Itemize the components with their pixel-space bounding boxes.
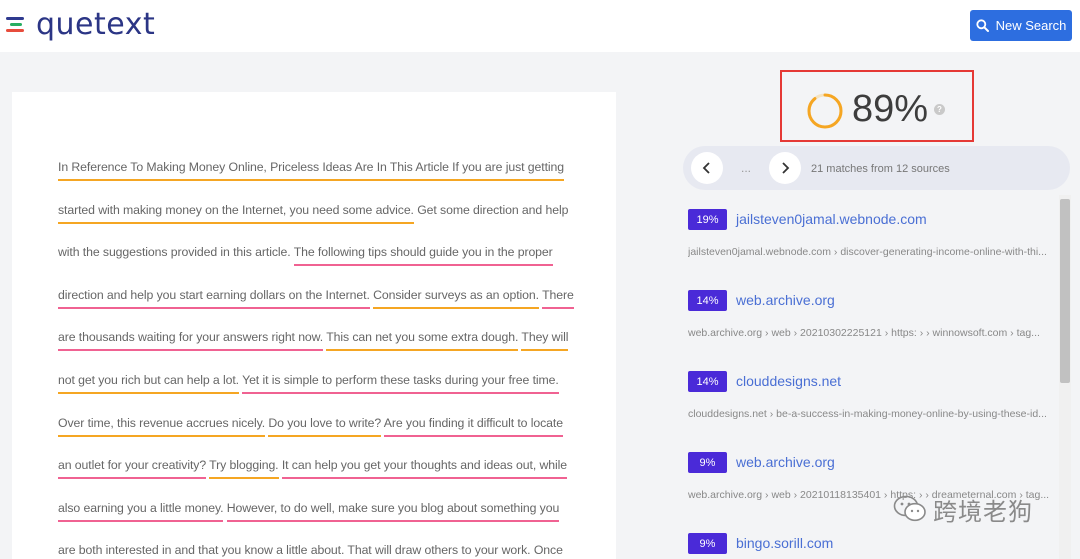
result-domain-link[interactable]: jailsteven0jamal.webnode.com [736,211,927,227]
result-domain-link[interactable]: web.archive.org [736,292,835,308]
previous-match-button[interactable] [691,152,723,184]
score-ring-icon [807,93,843,129]
search-icon [975,19,989,32]
match-pager: ... 21 matches from 12 sources [683,146,1070,190]
match-percent-badge: 14% [688,371,727,392]
top-bar: quetext New Search [0,0,1080,52]
next-match-button[interactable] [769,152,801,184]
wechat-icon [893,495,926,522]
matched-text-segment[interactable]: Do you love to write? [268,415,381,437]
match-summary: 21 matches from 12 sources [811,163,950,175]
matched-text-segment[interactable]: Over time, this revenue accrues nicely. [58,415,265,437]
match-percent-badge: 19% [688,209,727,230]
document-text[interactable]: In Reference To Making Money Online, Pri… [58,146,578,559]
plagiarism-score: 89% [852,88,929,130]
match-percent-badge: 14% [688,290,727,311]
result-path: clouddesigns.net › be-a-success-in-makin… [688,408,1047,420]
result-domain-link[interactable]: clouddesigns.net [736,373,841,389]
watermark: 跨境老狗 [893,492,1033,526]
matched-text-segment[interactable]: This can net you some extra dough. [326,330,518,352]
match-percent-badge: 9% [688,533,727,554]
new-search-button[interactable]: New Search [970,10,1072,41]
result-domain-link[interactable]: web.archive.org [736,454,835,470]
matched-text-segment[interactable]: Yet it is simple to perform these tasks … [242,372,559,394]
logo-text: quetext [36,6,156,42]
matched-text-segment[interactable]: Consider surveys as an option. [373,287,539,309]
pager-ellipsis: ... [741,161,752,175]
matched-text-segment[interactable]: That will draw others to your work. [347,543,531,559]
results-scroll-thumb[interactable] [1060,199,1070,383]
logo-mark-icon [6,13,30,35]
result-domain-link[interactable]: bingo.sorill.com [736,535,833,551]
watermark-text: 跨境老狗 [933,497,1033,526]
quetext-logo[interactable]: quetext [6,6,155,42]
match-percent-badge: 9% [688,452,727,473]
result-path: jailsteven0jamal.webnode.com › discover-… [688,246,1047,258]
chevron-left-icon [702,162,710,174]
text-segment: Once [530,543,563,558]
result-path: web.archive.org › web › 20210302225121 ›… [688,327,1040,339]
new-search-label: New Search [995,18,1067,33]
chevron-right-icon [782,162,790,174]
document-panel: In Reference To Making Money Online, Pri… [12,92,616,559]
help-icon[interactable]: ? [934,104,945,115]
matched-text-segment[interactable]: Try blogging. [209,458,279,480]
